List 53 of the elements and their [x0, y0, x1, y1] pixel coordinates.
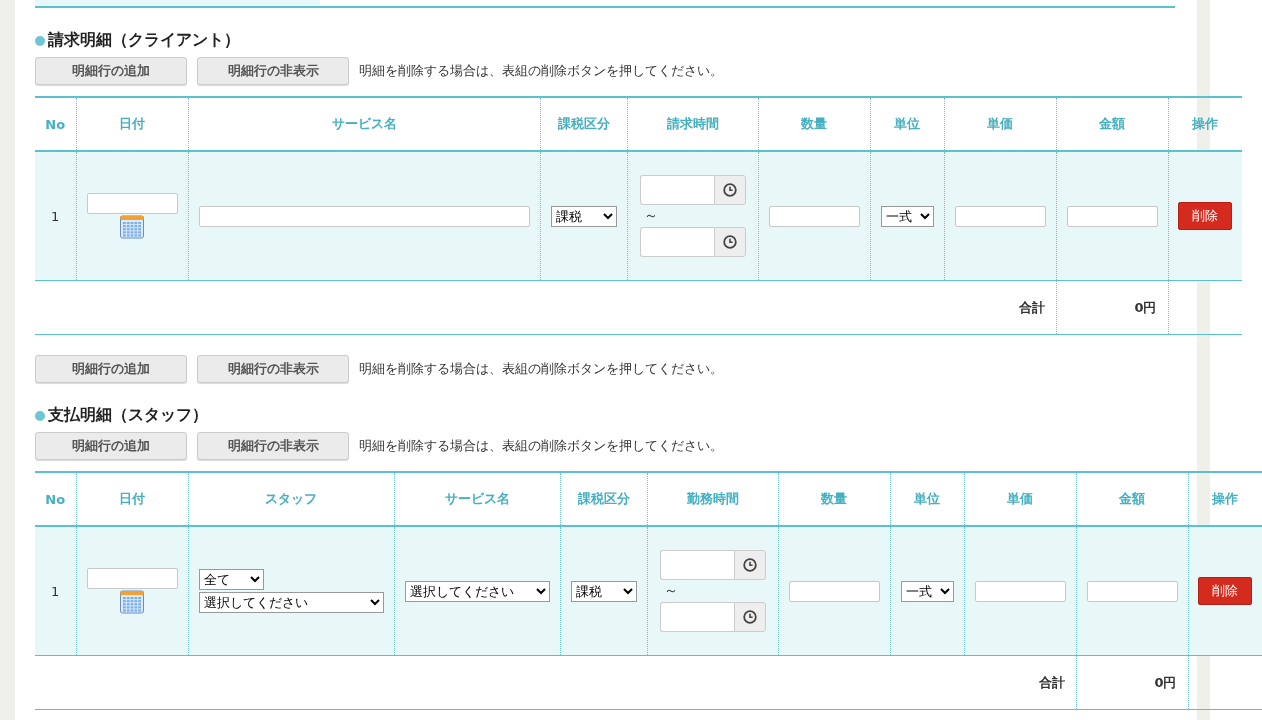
calendar-icon[interactable] [120, 590, 144, 614]
input-field[interactable] [768, 205, 860, 227]
time-field[interactable] [659, 602, 734, 632]
range-separator: ～ [662, 582, 678, 600]
clock-button[interactable] [713, 227, 746, 257]
time-field[interactable] [659, 550, 734, 580]
clock-icon [722, 183, 737, 197]
clock-icon [742, 610, 757, 624]
input-field[interactable] [1066, 205, 1158, 227]
delete-button[interactable]: 削除 [1178, 202, 1233, 230]
input-field[interactable] [954, 205, 1046, 227]
total-amount: 0円 [1076, 655, 1188, 710]
dropdown[interactable]: 課税 [550, 205, 617, 227]
calendar-icon[interactable] [120, 215, 144, 239]
range-separator: ～ [642, 207, 658, 225]
row-number: 1 [51, 583, 60, 599]
bullet-icon [35, 35, 45, 46]
total-label: 合計 [35, 655, 1076, 710]
dropdown[interactable]: 選択してください [198, 592, 384, 613]
add-row-button[interactable]: 明細行の非表示 [197, 432, 349, 460]
dropdown[interactable]: 一式 [900, 580, 954, 602]
section-title: 請求明細（クライアント） [35, 30, 1262, 51]
input-field[interactable] [788, 580, 880, 602]
date-field[interactable] [86, 193, 178, 214]
delete-hint-text: 明細を削除する場合は、表組の削除ボタンを押してください。 [359, 437, 723, 455]
input-field[interactable] [974, 580, 1066, 602]
add-row-button[interactable]: 明細行の非表示 [197, 57, 349, 85]
delete-button[interactable]: 削除 [1198, 577, 1253, 605]
date-field[interactable] [86, 568, 178, 589]
dropdown[interactable]: 課税 [570, 580, 637, 602]
total-amount: 0円 [1056, 280, 1168, 335]
clock-icon [742, 558, 757, 572]
bullet-icon [35, 410, 45, 421]
section-title: 支払明細（スタッフ） [35, 405, 1262, 426]
add-row-button[interactable]: 明細行の非表示 [197, 355, 349, 383]
dropdown[interactable]: 選択してください [404, 580, 550, 602]
delete-hint-text: 明細を削除する場合は、表組の削除ボタンを押してください。 [359, 360, 723, 378]
add-row-button[interactable]: 明細行の追加 [35, 57, 187, 85]
input-field[interactable] [198, 205, 530, 227]
clock-button[interactable] [733, 602, 766, 632]
add-row-button[interactable]: 明細行の追加 [35, 432, 187, 460]
time-field[interactable] [639, 227, 714, 257]
dropdown[interactable]: 全て [198, 569, 264, 590]
delete-hint-text: 明細を削除する場合は、表組の削除ボタンを押してください。 [359, 62, 723, 80]
clock-button[interactable] [733, 550, 766, 580]
add-row-button[interactable]: 明細行の追加 [35, 355, 187, 383]
input-field[interactable] [1086, 580, 1178, 602]
dropdown[interactable]: 一式 [880, 205, 934, 227]
time-field[interactable] [639, 175, 714, 205]
clock-button[interactable] [713, 175, 746, 205]
total-label: 合計 [35, 280, 1056, 335]
clock-icon [722, 235, 737, 249]
row-number: 1 [51, 208, 60, 224]
